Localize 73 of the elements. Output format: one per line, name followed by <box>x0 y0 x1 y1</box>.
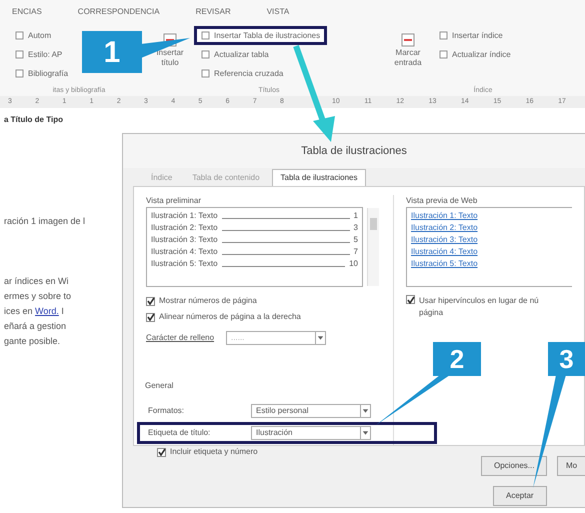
ribbon-button[interactable]: Referencia cruzada <box>194 64 328 83</box>
preview-entry: Ilustración 3: Texto <box>151 234 218 246</box>
dropdown[interactable]: Estilo personal <box>251 404 371 418</box>
document-icon <box>15 31 24 40</box>
field-label: Carácter de relleno <box>146 332 214 344</box>
dropdown[interactable]: Ilustración <box>251 426 371 440</box>
dialog-title: Tabla de ilustraciones <box>123 134 585 168</box>
option-text: página <box>419 307 444 319</box>
ribbon-tab[interactable]: CORRESPONDENCIA <box>78 6 160 26</box>
document-icon <box>201 69 210 78</box>
check-icon <box>406 296 414 304</box>
document-heading: a Título de Tipo <box>4 114 63 126</box>
document-icon <box>439 31 448 40</box>
preview-entry: Ilustración 2: Texto <box>151 222 218 234</box>
callout-number: 1 <box>82 31 142 73</box>
checkbox[interactable] <box>146 312 155 322</box>
checkbox-option[interactable]: Incluir etiqueta y número <box>157 446 258 458</box>
preview-entry: Ilustración 1: Texto <box>151 210 218 222</box>
field-label: Formatos: <box>148 405 186 417</box>
dialog-tab[interactable]: Tabla de ilustraciones <box>272 169 366 186</box>
caret-icon <box>315 332 326 344</box>
page-number: 1 <box>354 210 358 222</box>
ribbon-button[interactable]: Marcar entrada <box>388 32 428 68</box>
dialog-button[interactable]: Aceptar <box>493 486 547 506</box>
document-icon <box>201 50 210 59</box>
checkbox-option[interactable]: Mostrar números de página <box>146 295 257 307</box>
ribbon-tab[interactable]: VISTA <box>266 6 290 26</box>
document-text: ices en Word. I <box>4 305 64 318</box>
callout-pointer <box>141 38 190 58</box>
document-icon <box>15 69 24 78</box>
caret-icon <box>360 405 370 417</box>
ribbon-button[interactable]: Bibliografía <box>8 64 76 83</box>
scrollbar[interactable] <box>367 208 379 286</box>
page-number: 5 <box>354 234 358 246</box>
document-icon <box>201 31 210 40</box>
caret-icon <box>360 427 370 439</box>
section-label: General <box>145 380 174 392</box>
document-text: eñará a gestion <box>4 320 66 333</box>
checkbox[interactable] <box>146 296 155 306</box>
document-text: gante posible. <box>4 335 60 348</box>
document-link[interactable]: Word. <box>35 306 59 316</box>
document-text: ermes y sobre to <box>4 290 72 303</box>
document-text: ración 1 imagen de l <box>4 215 86 228</box>
callout-number: 2 <box>433 342 481 376</box>
page-number: 3 <box>354 222 358 234</box>
ribbon-tab[interactable]: REVISAR <box>196 6 231 26</box>
preview-entry: Ilustración 4: Texto <box>151 246 218 258</box>
dialog-button[interactable]: Opciones... <box>481 456 548 476</box>
document-text: ar índices en Wi <box>4 275 69 288</box>
ribbon-button[interactable]: Actualizar índice <box>432 45 518 64</box>
ribbon-button[interactable]: Insertar Tabla de ilustraciones <box>194 26 328 45</box>
section-label: Vista previa de Web <box>406 195 478 207</box>
ribbon-button[interactable]: Actualizar tabla <box>194 45 328 64</box>
ribbon-button[interactable]: Insertar índice <box>432 26 518 45</box>
preview-entry: Ilustración 5: Texto <box>151 258 218 270</box>
option-text: Usar hipervínculos en lugar de nú <box>419 295 539 307</box>
page-number: 7 <box>354 246 358 258</box>
checkbox-option[interactable]: Usar hipervínculos en lugar de nú página <box>406 295 539 319</box>
check-icon <box>158 448 166 456</box>
page-number: 10 <box>349 258 358 270</box>
callout-number: 3 <box>548 342 585 376</box>
document-icon <box>439 50 448 59</box>
field-label: Etiqueta de título: <box>148 427 212 439</box>
ribbon-tab[interactable]: ENCIAS <box>12 6 42 26</box>
document-icon <box>15 50 24 59</box>
document-icon <box>400 32 416 48</box>
dialog-button[interactable]: Mo <box>557 456 585 476</box>
section-label: Vista preliminar <box>146 195 201 207</box>
checkbox-option[interactable]: Alinear números de página a la derecha <box>146 311 301 323</box>
checkbox[interactable] <box>157 448 166 456</box>
ribbon-button[interactable]: Autom <box>8 26 76 45</box>
ribbon-button[interactable]: Estilo: AP <box>8 45 76 64</box>
checkbox[interactable] <box>406 295 415 304</box>
